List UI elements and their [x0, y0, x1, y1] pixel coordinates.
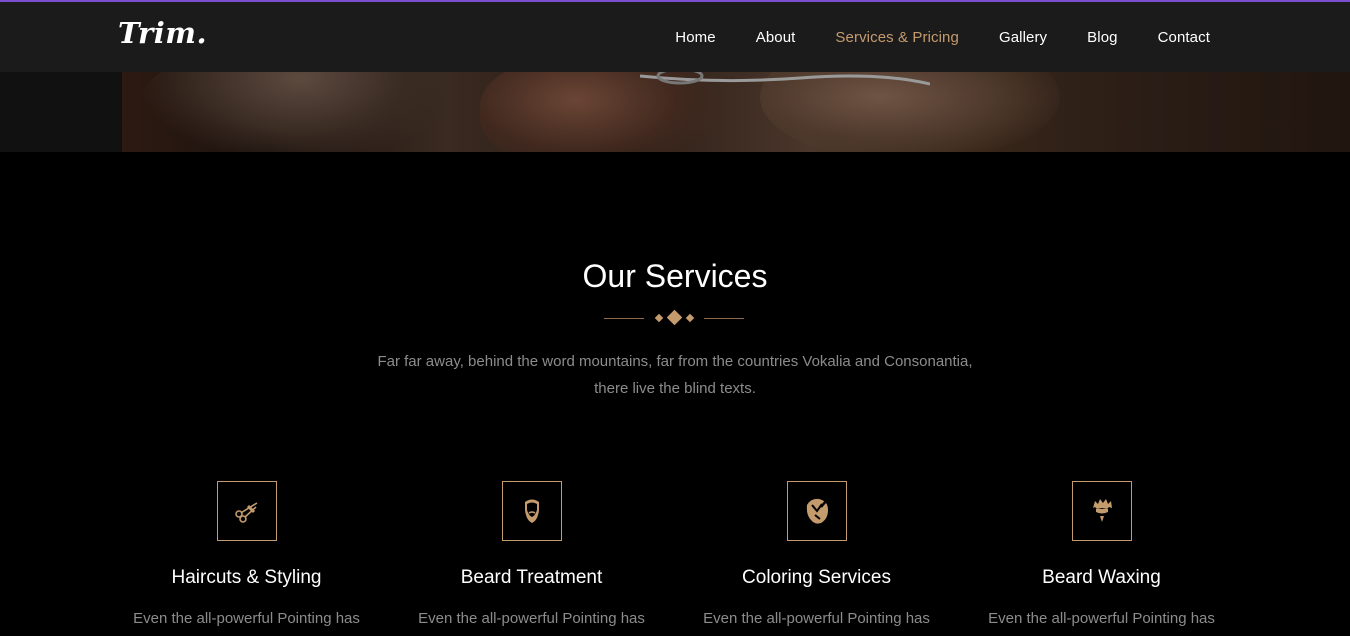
beard-icon: [501, 481, 562, 541]
service-text: Even the all-powerful Pointing has: [703, 610, 930, 627]
service-text: Even the all-powerful Pointing has: [133, 610, 360, 627]
service-title: Haircuts & Styling: [171, 567, 322, 588]
nav-item-services-pricing[interactable]: Services & Pricing: [835, 29, 959, 46]
service-text: Even the all-powerful Pointing has: [418, 610, 645, 627]
service-card-beard-treatment: Beard Treatment Even the all-powerful Po…: [389, 481, 674, 627]
service-card-coloring: Coloring Services Even the all-powerful …: [674, 481, 959, 627]
navbar: Trim. Home About Services & Pricing Gall…: [0, 2, 1350, 72]
scissors-icon: [216, 481, 277, 541]
nav-item-contact[interactable]: Contact: [1158, 29, 1210, 46]
service-title: Beard Treatment: [460, 567, 603, 588]
scissors-photo-detail: [640, 72, 930, 86]
nav-item-gallery[interactable]: Gallery: [999, 29, 1047, 46]
beard-waxing-icon: [1071, 481, 1132, 541]
section-description: Far far away, behind the word mountains,…: [377, 353, 973, 397]
service-title: Beard Waxing: [1042, 567, 1161, 588]
service-card-haircuts: Haircuts & Styling Even the all-powerful…: [104, 481, 389, 627]
hair-coloring-icon: [786, 481, 847, 541]
section-title: Our Services: [582, 258, 768, 294]
nav-item-blog[interactable]: Blog: [1087, 29, 1117, 46]
brand-logo[interactable]: Trim.: [118, 16, 207, 50]
nav-item-home[interactable]: Home: [675, 29, 715, 46]
service-title: Coloring Services: [742, 567, 891, 588]
title-divider: [604, 309, 744, 326]
nav-menu: Home About Services & Pricing Gallery Bl…: [635, 2, 1210, 72]
service-card-beard-waxing: Beard Waxing Even the all-powerful Point…: [959, 481, 1244, 627]
hero-image: [0, 72, 1350, 152]
nav-item-about[interactable]: About: [756, 29, 796, 46]
service-text: Even the all-powerful Pointing has: [988, 610, 1215, 627]
